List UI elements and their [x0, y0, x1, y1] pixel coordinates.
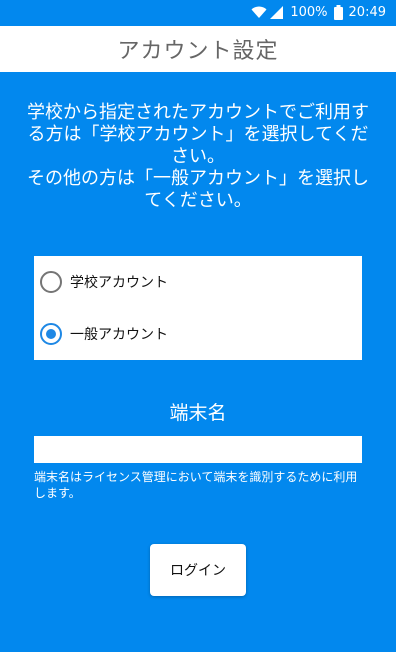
instruction-general: その他の方は「一般アカウント」を選択してください。 [27, 168, 369, 211]
status-icons [251, 6, 284, 19]
status-bar-right: 100% 20:49 [251, 5, 386, 20]
page-title: アカウント設定 [117, 39, 279, 64]
radio-dot [46, 329, 56, 339]
login-button[interactable]: ログイン [150, 544, 246, 596]
instruction-school: 学校から指定されたアカウントでご利用する方は「学校アカウント」を選択してください… [27, 102, 369, 167]
signal-icon [270, 6, 284, 19]
radio-school-label: 学校アカウント [70, 275, 168, 291]
radio-general-label: 一般アカウント [70, 327, 168, 343]
status-time: 20:49 [348, 5, 386, 20]
instructions: 学校から指定されたアカウントでご利用する方は「学校アカウント」を選択してください… [22, 102, 374, 212]
radio-school-account[interactable]: 学校アカウント [34, 256, 362, 308]
title-bar: アカウント設定 [0, 26, 396, 72]
device-name-helper: 端末名はライセンス管理において端末を識別するために利用します。 [34, 470, 358, 500]
radio-unchecked-icon[interactable] [40, 271, 62, 293]
device-name-input[interactable] [34, 436, 362, 463]
radio-checked-icon[interactable] [40, 323, 62, 345]
battery-percent: 100% [290, 5, 328, 20]
account-type-group: 学校アカウント 一般アカウント [34, 256, 362, 360]
radio-general-account[interactable]: 一般アカウント [34, 308, 362, 360]
device-name-label: 端末名 [169, 402, 227, 424]
wifi-icon [251, 6, 267, 18]
battery-icon [333, 5, 343, 20]
status-bar: 100% 20:49 [0, 0, 396, 26]
